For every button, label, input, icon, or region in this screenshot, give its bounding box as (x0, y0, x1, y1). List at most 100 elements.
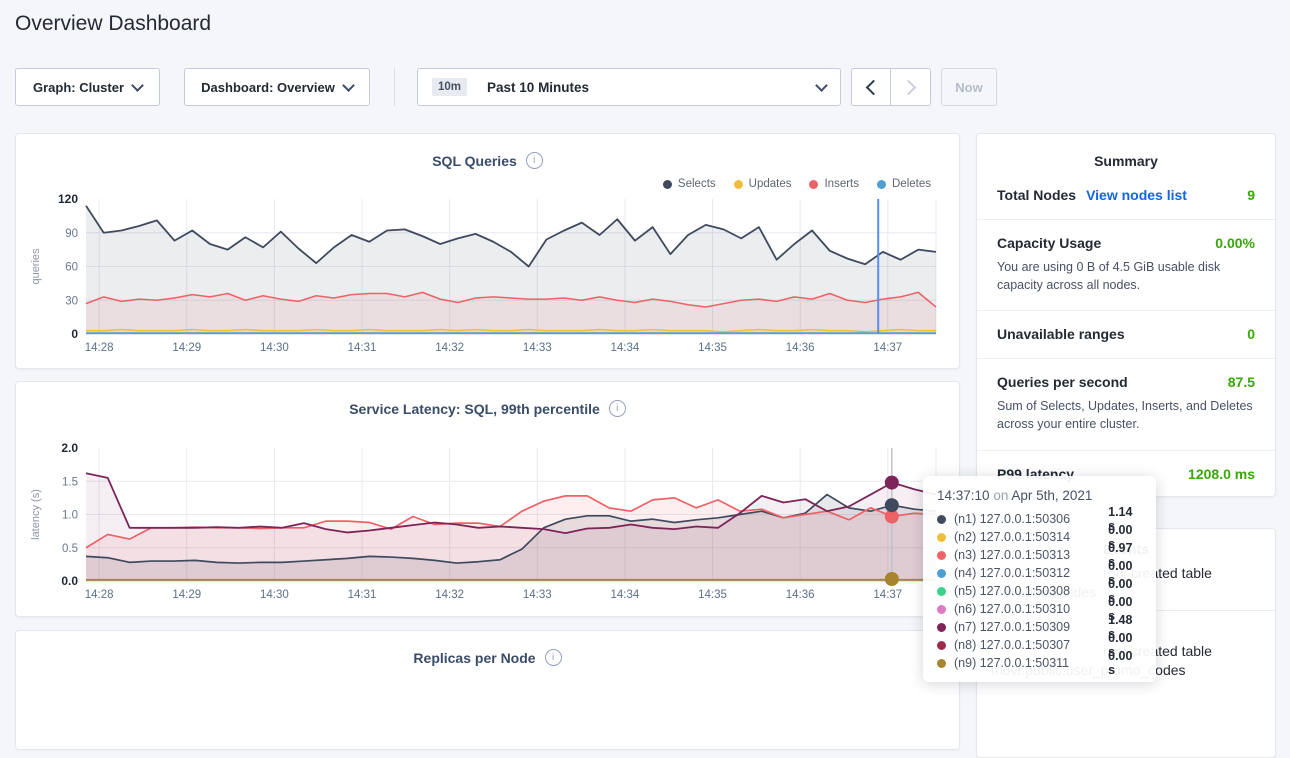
summary-value: 0.00% (1215, 235, 1255, 251)
tooltip-node-label: (n2) 127.0.0.1:50314 (954, 530, 1100, 544)
svg-text:14:33: 14:33 (523, 589, 552, 601)
series-dot-icon (937, 605, 946, 614)
tooltip-node-label: (n6) 127.0.0.1:50310 (954, 602, 1100, 616)
series-dot-icon (937, 533, 946, 542)
summary-panel: Summary Total Nodes View nodes list 9 Ca… (976, 133, 1276, 497)
series-dot-icon (937, 641, 946, 650)
tooltip-node-value: 0.00 s (1108, 649, 1142, 677)
svg-text:latency (s): latency (s) (30, 489, 42, 540)
sql-queries-title: SQL Queries i (16, 152, 959, 169)
svg-text:14:30: 14:30 (260, 589, 289, 601)
svg-text:14:37: 14:37 (873, 589, 902, 601)
series-dot-icon (937, 515, 946, 524)
svg-text:14:28: 14:28 (85, 589, 114, 601)
series-dot-icon (937, 623, 946, 632)
tooltip-node-label: (n4) 127.0.0.1:50312 (954, 566, 1100, 580)
svg-text:14:35: 14:35 (698, 589, 727, 601)
summary-description: Sum of Selects, Updates, Inserts, and De… (997, 397, 1255, 433)
series-dot-icon (937, 587, 946, 596)
svg-text:14:35: 14:35 (698, 342, 727, 354)
time-range-dropdown[interactable]: 10m Past 10 Minutes (417, 68, 841, 106)
svg-text:14:29: 14:29 (172, 589, 201, 601)
time-range-label: Past 10 Minutes (487, 80, 589, 95)
view-nodes-list-link[interactable]: View nodes list (1086, 187, 1187, 203)
svg-text:0.5: 0.5 (62, 543, 78, 555)
svg-text:14:37: 14:37 (873, 342, 902, 354)
summary-row-capacity-usage: Capacity Usage 0.00% You are using 0 B o… (977, 220, 1275, 311)
svg-text:14:36: 14:36 (786, 342, 815, 354)
service-latency-card: Service Latency: SQL, 99th percentile i … (15, 381, 960, 617)
now-button[interactable]: Now (941, 68, 997, 106)
chevron-down-icon (815, 79, 828, 92)
time-range-badge: 10m (432, 78, 467, 96)
chevron-down-icon (131, 79, 144, 92)
info-icon[interactable]: i (545, 649, 562, 666)
tooltip-node-label: (n8) 127.0.0.1:50307 (954, 638, 1100, 652)
graph-dropdown[interactable]: Graph: Cluster (15, 68, 160, 106)
chart-title-text: Service Latency: SQL, 99th percentile (349, 401, 600, 417)
tooltip-node-label: (n5) 127.0.0.1:50308 (954, 584, 1100, 598)
svg-text:14:32: 14:32 (435, 342, 464, 354)
svg-text:14:36: 14:36 (786, 589, 815, 601)
tooltip-node-label: (n3) 127.0.0.1:50313 (954, 548, 1100, 562)
tooltip-time: 14:37:10 (937, 488, 990, 503)
summary-row-unavailable-ranges: Unavailable ranges 0 (977, 311, 1275, 359)
time-next-button[interactable] (891, 68, 931, 106)
svg-text:14:30: 14:30 (260, 342, 289, 354)
tooltip-node-row: (n9) 127.0.0.1:503110.00 s (937, 654, 1142, 672)
summary-value: 0 (1247, 326, 1255, 342)
svg-text:14:34: 14:34 (611, 589, 640, 601)
chart-hover-tooltip: 14:37:10 on Apr 5th, 2021 (n1) 127.0.0.1… (923, 476, 1156, 682)
chevron-right-icon (901, 79, 917, 95)
chart-title-text: Replicas per Node (413, 650, 535, 666)
svg-text:14:34: 14:34 (611, 342, 640, 354)
replicas-per-node-title: Replicas per Node i (16, 649, 959, 666)
tooltip-node-label: (n1) 127.0.0.1:50306 (954, 512, 1100, 526)
page-title: Overview Dashboard (15, 12, 211, 36)
time-prev-button[interactable] (851, 68, 891, 106)
service-latency-chart[interactable]: 14:2814:2914:3014:3114:3214:3314:3414:35… (16, 426, 961, 611)
tooltip-node-label: (n9) 127.0.0.1:50311 (954, 656, 1100, 670)
info-icon[interactable]: i (609, 400, 626, 417)
svg-text:14:28: 14:28 (85, 342, 114, 354)
svg-text:queries: queries (30, 248, 42, 285)
summary-value: 1208.0 ms (1188, 466, 1255, 482)
svg-text:1.0: 1.0 (62, 510, 78, 522)
service-latency-title: Service Latency: SQL, 99th percentile i (16, 400, 959, 417)
svg-text:0: 0 (71, 327, 78, 341)
toolbar-divider (394, 68, 395, 106)
chevron-left-icon (865, 79, 881, 95)
summary-label: Unavailable ranges (997, 326, 1125, 342)
sql-queries-chart[interactable]: 14:2814:2914:3014:3114:3214:3314:3414:35… (16, 178, 961, 363)
svg-text:90: 90 (65, 228, 78, 240)
summary-label: Queries per second (997, 374, 1128, 390)
svg-text:14:33: 14:33 (523, 342, 552, 354)
svg-text:30: 30 (65, 295, 78, 307)
tooltip-date: Apr 5th, 2021 (1011, 488, 1092, 503)
graph-dropdown-label: Graph: Cluster (33, 80, 124, 95)
summary-title: Summary (977, 134, 1275, 172)
svg-text:2.0: 2.0 (61, 441, 78, 455)
dashboard-dropdown[interactable]: Dashboard: Overview (184, 68, 370, 106)
svg-text:1.5: 1.5 (62, 476, 78, 488)
info-icon[interactable]: i (526, 152, 543, 169)
summary-label: Capacity Usage (997, 235, 1101, 251)
chevron-down-icon (342, 79, 355, 92)
summary-row-total-nodes: Total Nodes View nodes list 9 (977, 172, 1275, 220)
svg-text:14:31: 14:31 (348, 589, 377, 601)
replicas-per-node-card: Replicas per Node i (15, 630, 960, 750)
time-nav-group (851, 68, 931, 106)
series-dot-icon (937, 659, 946, 668)
summary-description: You are using 0 B of 4.5 GiB usable disk… (997, 258, 1255, 294)
series-dot-icon (937, 569, 946, 578)
tooltip-timestamp: 14:37:10 on Apr 5th, 2021 (937, 488, 1142, 503)
summary-label: Total Nodes (997, 187, 1076, 203)
svg-text:14:31: 14:31 (348, 342, 377, 354)
svg-text:120: 120 (58, 192, 78, 206)
svg-text:0.0: 0.0 (61, 574, 78, 588)
tooltip-on: on (993, 488, 1008, 503)
summary-row-queries-per-second: Queries per second 87.5 Sum of Selects, … (977, 359, 1275, 450)
summary-value: 9 (1247, 187, 1255, 203)
svg-text:60: 60 (65, 262, 78, 274)
series-dot-icon (937, 551, 946, 560)
